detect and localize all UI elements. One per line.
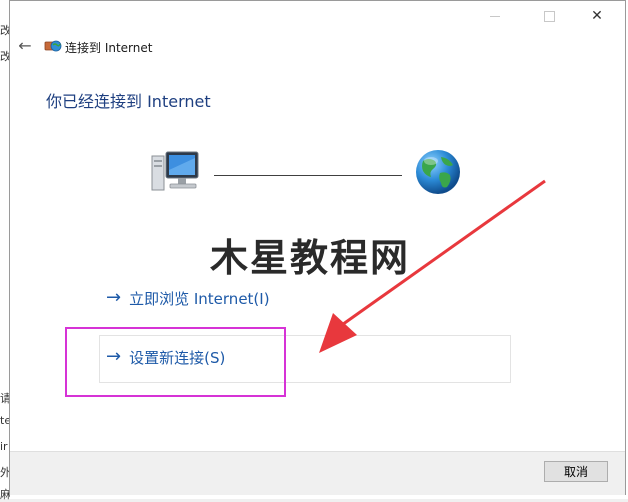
close-icon: ✕	[591, 8, 603, 24]
back-arrow-icon: ←	[18, 36, 32, 55]
back-button[interactable]: ←	[14, 35, 36, 57]
dialog-footer: 取消	[10, 451, 625, 495]
annotation-highlight-box	[65, 327, 286, 397]
minimize-icon	[490, 15, 500, 17]
connection-line	[214, 175, 402, 176]
wizard-header: ← 连接到 Internet	[10, 35, 625, 59]
network-connection-icon	[44, 40, 62, 52]
annotation-arrow	[319, 179, 546, 353]
close-button[interactable]: ✕	[574, 1, 620, 31]
cancel-button[interactable]: 取消	[544, 461, 608, 482]
browse-internet-label: 立即浏览 Internet(I)	[129, 289, 270, 308]
maximize-icon	[543, 10, 555, 22]
connect-to-internet-dialog: ✕ ← 连接到 Internet 你已经连接到 Internet 木星教程网 →…	[9, 0, 626, 495]
browse-internet-link[interactable]: → 立即浏览 Internet(I)	[106, 285, 270, 311]
arrow-right-icon: →	[106, 287, 122, 308]
title-bar: ✕	[10, 1, 625, 33]
minimize-button[interactable]	[472, 1, 518, 31]
maximize-button[interactable]	[526, 1, 572, 31]
page-heading: 你已经连接到 Internet	[46, 92, 211, 111]
dialog-title: 连接到 Internet	[65, 41, 153, 55]
computer-icon	[151, 151, 199, 191]
